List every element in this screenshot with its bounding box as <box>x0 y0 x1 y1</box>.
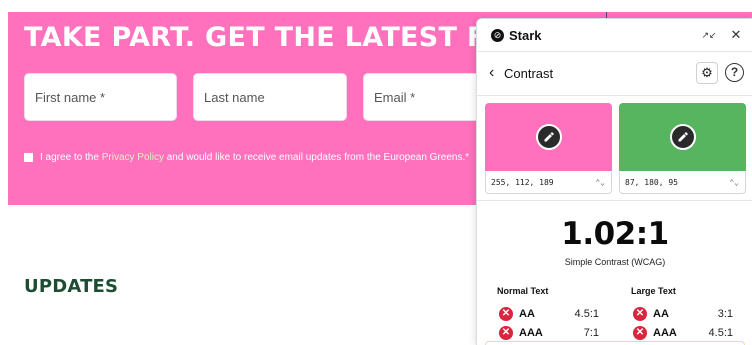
fail-icon: ✕ <box>499 326 513 340</box>
consent-row: I agree to the Privacy Policy and would … <box>24 152 469 163</box>
suggestions-card <box>485 341 745 345</box>
consent-checkbox[interactable] <box>24 153 33 162</box>
normal-aa-level: AA <box>519 308 535 320</box>
foreground-stepper-icon[interactable]: ⌃⌄ <box>595 172 605 194</box>
last-name-field[interactable]: Last name <box>193 73 347 121</box>
contrast-ratio: 1.02:1 <box>561 216 669 252</box>
normal-text-heading: Normal Text <box>497 286 549 296</box>
back-chevron-icon[interactable]: ‹ <box>489 65 494 81</box>
background-stepper-icon[interactable]: ⌃⌄ <box>729 172 739 194</box>
stark-logo-icon: ⊘ <box>491 29 504 42</box>
foreground-color-input[interactable]: 255, 112, 189 ⌃⌄ <box>485 172 612 194</box>
consent-text-before: I agree to the <box>40 152 99 163</box>
nav-title: Contrast <box>504 66 554 81</box>
large-aaa-row: ✕ AAA <box>633 325 677 341</box>
eyedropper-icon[interactable] <box>535 124 562 150</box>
contrast-method-label: Simple Contrast (WCAG) <box>564 257 666 267</box>
normal-aaa-level: AAA <box>519 327 543 339</box>
background-value: 87, 180, 95 <box>625 178 678 187</box>
normal-aa-row: ✕ AA <box>499 306 535 322</box>
normal-aaa-row: ✕ AAA <box>499 325 543 341</box>
large-aa-ratio: 3:1 <box>717 308 733 320</box>
consent-text-after: and would like to receive email updates … <box>166 152 470 163</box>
fail-icon: ✕ <box>633 307 647 321</box>
large-aa-level: AA <box>653 308 669 320</box>
privacy-policy-link[interactable]: Privacy Policy <box>102 152 164 163</box>
background-swatch[interactable] <box>619 103 746 171</box>
settings-sliders-icon[interactable]: ⚙ <box>696 62 718 84</box>
updates-heading: UPDATES <box>24 276 119 297</box>
foreground-swatch[interactable] <box>485 103 612 171</box>
newsletter-headline: TAKE PART. GET THE LATEST FRO <box>24 22 531 53</box>
large-aaa-ratio: 4.5:1 <box>708 327 733 339</box>
eyedropper-icon[interactable] <box>669 124 696 150</box>
large-aa-row: ✕ AA <box>633 306 669 322</box>
stark-titlebar: ⊘ Stark ↗↙ ✕ <box>477 19 752 52</box>
close-icon[interactable]: ✕ <box>727 26 745 44</box>
normal-aaa-ratio: 7:1 <box>583 327 599 339</box>
contrast-navbar: ‹ Contrast ⚙ ? <box>477 52 752 96</box>
fail-icon: ✕ <box>633 326 647 340</box>
first-name-field[interactable]: First name * <box>24 73 177 121</box>
collapse-icon[interactable]: ↗↙ <box>700 26 718 44</box>
foreground-value: 255, 112, 189 <box>491 178 554 187</box>
normal-aa-ratio: 4.5:1 <box>574 308 599 320</box>
app-title: Stark <box>509 28 542 43</box>
help-icon[interactable]: ? <box>725 63 744 82</box>
divider <box>477 200 752 201</box>
stark-panel: ⊘ Stark ↗↙ ✕ ‹ Contrast ⚙ ? 255, 112, 18… <box>476 18 752 345</box>
fail-icon: ✕ <box>499 307 513 321</box>
background-color-input[interactable]: 87, 180, 95 ⌃⌄ <box>619 172 746 194</box>
large-aaa-level: AAA <box>653 327 677 339</box>
large-text-heading: Large Text <box>631 286 676 296</box>
